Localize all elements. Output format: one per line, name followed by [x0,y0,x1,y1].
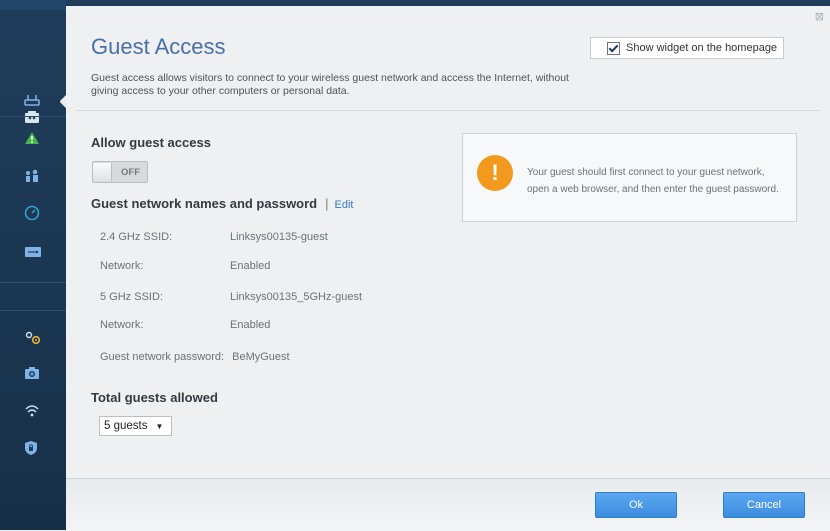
total-guests-heading: Total guests allowed [91,390,218,405]
show-widget-checkbox[interactable] [607,41,620,55]
network-5-row: Network: Enabled [100,319,270,331]
parental-controls-icon [26,169,38,182]
network-24-label: Network: [100,260,144,272]
guest-info-line-2: open a web browser, and then enter the g… [527,184,779,195]
total-guests-value: 5 guests [104,420,148,432]
toggle-knob [93,163,112,181]
heading-separator: | [325,196,329,211]
close-icon[interactable]: ⊠ [815,10,824,23]
footer-bar [66,478,830,531]
ok-button[interactable]: Ok [595,492,677,518]
ssid-24-value: Linksys00135-guest [230,231,328,243]
guest-access-toggle[interactable]: OFF [92,161,148,183]
ssid-24-label: 2.4 GHz SSID: [100,231,173,243]
usb-storage-icon [25,247,41,257]
cancel-button[interactable]: Cancel [723,492,805,518]
sidebar-item-speed-test[interactable] [0,197,66,229]
warning-icon [25,132,39,144]
sidebar-nav [0,0,67,530]
dropdown-arrow-icon: ▼ [155,421,164,431]
guest-access-panel: ⊠ Guest Access Show widget on the homepa… [66,0,830,531]
ssid-5-label: 5 GHz SSID: [100,291,163,303]
page-title: Guest Access [91,34,226,59]
ssid-5-row: 5 GHz SSID: Linksys00135_5GHz-guest [100,291,362,303]
exclamation-icon: ! [477,155,513,191]
show-widget-toggle[interactable]: Show widget on the homepage [590,37,784,59]
sidebar-item-security[interactable] [0,432,66,464]
sidebar-item-connectivity[interactable] [0,322,66,354]
guest-password-row: Guest network password: BeMyGuest [100,351,290,363]
sidebar-item-parental-controls[interactable] [0,160,66,192]
network-5-label: Network: [100,319,144,331]
sidebar-divider [0,116,66,117]
section-divider [76,110,820,111]
network-names-heading: Guest network names and password | Edit [91,196,353,211]
guest-info-line-1: Your guest should first connect to your … [527,167,765,178]
troubleshooting-icon [25,367,39,379]
sidebar-item-troubleshooting[interactable] [0,357,66,389]
speed-test-icon [24,205,40,221]
network-5-value: Enabled [230,319,271,331]
sidebar-item-usb-storage[interactable] [0,236,66,268]
sidebar-top-strip [0,0,66,10]
toggle-state-label: OFF [121,166,140,178]
edit-link[interactable]: Edit [335,199,354,211]
guest-password-label: Guest network password: [100,351,225,363]
ssid-5-value: Linksys00135_5GHz-guest [230,291,363,303]
network-names-heading-text: Guest network names and password [91,196,318,211]
sidebar-divider [0,310,66,311]
ssid-24-row: 2.4 GHz SSID: Linksys00135-guest [100,231,328,243]
guest-password-value: BeMyGuest [232,351,290,363]
page-description: Guest access allows visitors to connect … [91,72,569,97]
total-guests-select[interactable]: 5 guests ▼ [99,416,172,436]
network-24-row: Network: Enabled [100,260,270,272]
sidebar-item-wireless[interactable] [0,395,66,427]
network-24-value: Enabled [230,260,271,272]
guest-info-text: Your guest should first connect to your … [527,164,792,198]
security-shield-icon [25,441,37,455]
sidebar-item-guest-access[interactable] [0,86,67,123]
wireless-icon [25,405,39,417]
guest-info-box: ! Your guest should first connect to you… [462,133,797,222]
settings-gears-icon [25,331,41,345]
allow-guest-access-heading: Allow guest access [91,135,211,150]
panel-top-strip [66,0,830,6]
sidebar-divider [0,282,66,283]
sidebar-item-alerts[interactable] [0,122,66,154]
show-widget-label: Show widget on the homepage [626,42,778,54]
